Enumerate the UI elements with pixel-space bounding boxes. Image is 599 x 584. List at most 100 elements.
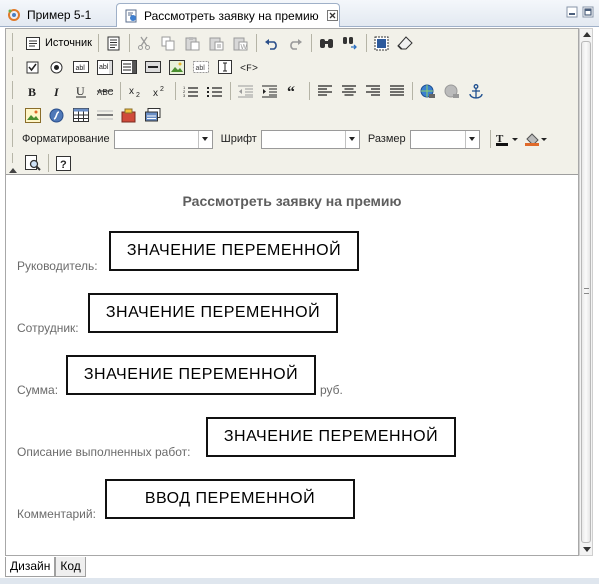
ordered-list-icon[interactable]: 123 bbox=[180, 81, 201, 102]
work-description-value-field[interactable]: ЗНАЧЕНИЕ ПЕРЕМЕННОЙ bbox=[206, 417, 456, 457]
underline-icon[interactable]: U bbox=[70, 81, 91, 102]
subscript-icon[interactable]: x2 bbox=[125, 81, 146, 102]
unordered-list-icon[interactable] bbox=[204, 81, 225, 102]
image-icon[interactable] bbox=[22, 105, 43, 126]
checkbox-icon[interactable] bbox=[22, 57, 43, 78]
tab-review-bonus-request[interactable]: Рассмотреть заявку на премию bbox=[116, 3, 340, 27]
scrollbar-thumb[interactable] bbox=[581, 41, 591, 543]
align-right-icon[interactable] bbox=[362, 81, 383, 102]
tab-label: Рассмотреть заявку на премию bbox=[144, 8, 319, 23]
help-icon[interactable]: ? bbox=[53, 153, 74, 174]
bold-icon[interactable]: B bbox=[22, 81, 43, 102]
tab-code[interactable]: Код bbox=[55, 557, 86, 577]
close-icon[interactable] bbox=[327, 10, 339, 22]
toolbar-row-3: B I U ABC x2 x2 123 “ bbox=[22, 80, 489, 102]
editor-toolbar: Источник W abl abl abl <F> B I U ABC x 2… bbox=[6, 29, 578, 175]
align-left-icon[interactable] bbox=[314, 81, 335, 102]
font-label: Шрифт bbox=[220, 133, 257, 145]
strike-icon[interactable]: ABC bbox=[94, 81, 115, 102]
indent-icon[interactable] bbox=[259, 81, 280, 102]
blockquote-icon[interactable]: “ bbox=[283, 81, 304, 102]
svg-text:2: 2 bbox=[136, 92, 140, 97]
font-select[interactable] bbox=[260, 129, 360, 149]
text-cursor-icon[interactable] bbox=[214, 57, 235, 78]
minimize-icon[interactable] bbox=[566, 5, 578, 18]
amount-value-field[interactable]: ЗНАЧЕНИЕ ПЕРЕМЕННОЙ bbox=[66, 355, 316, 395]
manager-value-field[interactable]: ЗНАЧЕНИЕ ПЕРЕМЕННОЙ bbox=[109, 231, 359, 271]
toolbar-row-6: ? bbox=[22, 152, 77, 174]
preview-icon[interactable] bbox=[22, 153, 43, 174]
horizontal-rule-icon[interactable] bbox=[94, 105, 115, 126]
svg-text:“: “ bbox=[287, 85, 295, 97]
image-button-icon[interactable] bbox=[166, 57, 187, 78]
redo-icon[interactable] bbox=[285, 33, 306, 54]
svg-text:U: U bbox=[76, 85, 85, 98]
size-select[interactable] bbox=[409, 129, 480, 149]
chevron-down-icon[interactable] bbox=[344, 130, 359, 148]
text-color-icon[interactable]: T bbox=[495, 129, 521, 150]
window-bottom-border bbox=[0, 578, 599, 584]
svg-text:2: 2 bbox=[160, 86, 164, 93]
outdent-icon[interactable] bbox=[235, 81, 256, 102]
special-char-icon[interactable] bbox=[142, 105, 163, 126]
source-icon bbox=[22, 33, 43, 54]
source-label: Источник bbox=[45, 37, 92, 49]
replace-icon[interactable] bbox=[340, 33, 361, 54]
document-icon[interactable] bbox=[103, 33, 124, 54]
page-title: Рассмотреть заявку на премию bbox=[182, 193, 402, 209]
justify-icon[interactable] bbox=[386, 81, 407, 102]
vertical-scrollbar[interactable] bbox=[579, 28, 593, 556]
superscript-icon[interactable]: x2 bbox=[149, 81, 170, 102]
toolbar-row-1: Источник W bbox=[22, 32, 419, 54]
svg-text:B: B bbox=[28, 85, 36, 97]
italic-icon[interactable]: I bbox=[46, 81, 67, 102]
remove-format-icon[interactable] bbox=[395, 33, 416, 54]
comment-input-field[interactable]: ВВОД ПЕРЕМЕННОЙ bbox=[105, 479, 355, 519]
undo-icon[interactable] bbox=[261, 33, 282, 54]
button-icon[interactable] bbox=[142, 57, 163, 78]
select-all-icon[interactable] bbox=[371, 33, 392, 54]
radio-icon[interactable] bbox=[46, 57, 67, 78]
design-canvas[interactable]: Рассмотреть заявку на премию Руководител… bbox=[6, 176, 578, 555]
chevron-down-icon[interactable] bbox=[197, 130, 212, 148]
unlink-icon[interactable] bbox=[441, 81, 462, 102]
maximize-icon[interactable] bbox=[582, 5, 594, 18]
toolbar-row-4 bbox=[22, 104, 166, 126]
textarea-icon[interactable]: abl bbox=[94, 57, 115, 78]
paste-text-icon[interactable] bbox=[206, 33, 227, 54]
svg-text:x: x bbox=[129, 86, 134, 97]
tab-example-5-1[interactable]: Пример 5-1 bbox=[2, 3, 114, 27]
tab-design[interactable]: Дизайн bbox=[5, 557, 56, 577]
svg-text:abl: abl bbox=[99, 64, 109, 71]
toolbar-row-2: abl abl abl <F> bbox=[22, 56, 262, 78]
cut-icon[interactable] bbox=[134, 33, 155, 54]
table-icon[interactable] bbox=[70, 105, 91, 126]
bg-color-icon[interactable] bbox=[524, 129, 550, 150]
editor-window: Пример 5-1 Рассмотреть заявку на премию bbox=[0, 0, 599, 584]
web-page-icon bbox=[123, 8, 139, 24]
chevron-down-icon[interactable] bbox=[464, 130, 479, 148]
format-select[interactable] bbox=[113, 129, 213, 149]
code-tag-icon[interactable]: <F> bbox=[238, 57, 259, 78]
anchor-icon[interactable] bbox=[465, 81, 486, 102]
hidden-field-icon[interactable]: abl bbox=[190, 57, 211, 78]
find-icon[interactable] bbox=[316, 33, 337, 54]
svg-text:<F>: <F> bbox=[240, 64, 258, 73]
textfield-icon[interactable]: abl bbox=[70, 57, 91, 78]
select-field-icon[interactable] bbox=[118, 57, 139, 78]
scroll-up-icon[interactable] bbox=[583, 32, 591, 37]
comment-label: Комментарий: bbox=[17, 507, 96, 521]
employee-value-field[interactable]: ЗНАЧЕНИЕ ПЕРЕМЕННОЙ bbox=[88, 293, 338, 333]
paste-word-icon[interactable]: W bbox=[230, 33, 251, 54]
toolbar-collapse-handle[interactable] bbox=[8, 31, 18, 173]
copy-icon[interactable] bbox=[158, 33, 179, 54]
scroll-down-icon[interactable] bbox=[583, 547, 591, 552]
source-button[interactable]: Источник bbox=[22, 33, 92, 54]
editor-tab-bar: Пример 5-1 Рассмотреть заявку на премию bbox=[0, 0, 599, 27]
flash-icon[interactable] bbox=[46, 105, 67, 126]
smiley-icon[interactable] bbox=[118, 105, 139, 126]
link-icon[interactable] bbox=[417, 81, 438, 102]
svg-text:abl: abl bbox=[75, 65, 85, 72]
align-center-icon[interactable] bbox=[338, 81, 359, 102]
paste-icon[interactable] bbox=[182, 33, 203, 54]
